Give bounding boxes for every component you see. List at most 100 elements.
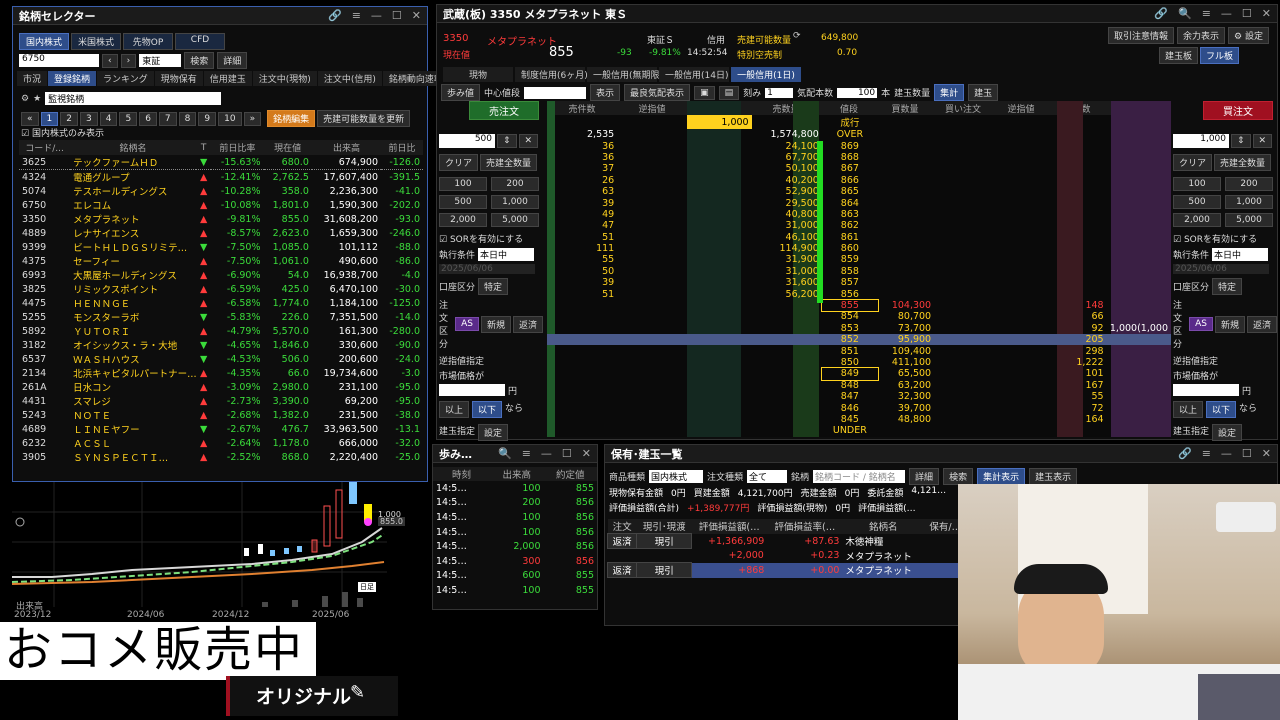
table-row[interactable]: 6232 ＡＣＳＬ ▲ -2.64% 1,178.0 666,000 -32.0 [19, 436, 423, 451]
selector-subtab[interactable]: 注文中(現物) [252, 71, 317, 86]
page-button[interactable]: 5 [119, 111, 138, 126]
credit-type-tab[interactable]: 一般信用(14日) [659, 67, 729, 82]
quick-qty-button[interactable]: 1,000 [491, 195, 539, 209]
table-row[interactable]: UNDER [547, 425, 1171, 436]
selector-subtab[interactable]: ランキング [97, 71, 154, 86]
sor-checkbox[interactable]: ☑ SORを有効にする [439, 232, 543, 245]
book-column-header[interactable]: 買数量 [877, 102, 933, 115]
position-view-button[interactable]: 建玉表示 [1029, 468, 1078, 485]
table-row[interactable]: 6750 エレコム ▲ -10.08% 1,801.0 1,590,300 -202.0 [19, 198, 423, 213]
table-row[interactable]: 1,000 成行 [547, 115, 1171, 129]
search-button[interactable]: 検索 [184, 52, 215, 69]
table-row[interactable]: 36 67,700 868 [547, 152, 1171, 163]
table-row[interactable]: 845 48,800 164 [547, 414, 1171, 425]
genbiki-button[interactable] [637, 549, 692, 563]
selector-subtab[interactable]: 登録銘柄 [48, 71, 97, 86]
detail-button[interactable]: 詳細 [217, 52, 248, 69]
show-button[interactable]: 表示 [590, 84, 621, 101]
selector-subtab[interactable]: 現物保有 [154, 71, 203, 86]
table-row[interactable]: 3905 ＳＹＮＳＰＥＣＴＩ… ▲ -2.52% 868.0 2,220,400 -25.0 [19, 450, 423, 465]
table-row[interactable]: 853 73,700 92 1,000(1,000 [547, 323, 1171, 334]
table-row[interactable]: 5255 モンスターラボ ▼ -5.83% 226.0 7,351,500 -14.0 [19, 310, 423, 325]
book-column-header[interactable]: 逆指値 [993, 102, 1049, 115]
ayumi-column-header[interactable]: 出来高 [490, 467, 544, 481]
tick-select[interactable]: 1 [765, 87, 794, 98]
minimize-icon[interactable]: — [371, 9, 382, 22]
prev-button[interactable]: ‹ [102, 53, 118, 68]
menu-icon[interactable]: ≡ [1202, 7, 1211, 20]
book-column-header[interactable]: 値段 [821, 102, 877, 115]
close-icon[interactable]: ✕ [412, 9, 421, 22]
table-row[interactable]: 847 32,300 55 [547, 391, 1171, 402]
table-row[interactable]: 4375 セーフィー ▲ -7.50% 1,061.0 490,600 -86.0 [19, 254, 423, 269]
tab-cfd[interactable]: CFD [175, 33, 225, 50]
price-chart[interactable]: 1,000 855.0 日足 出来高 2023/12 2024/06 2024/12… [11, 482, 430, 622]
maximize-icon[interactable]: ☐ [562, 447, 572, 460]
trade-notice-button[interactable]: 取引注意情報 [1108, 27, 1175, 44]
close-icon[interactable]: ✕ [582, 447, 591, 460]
sell_panel-title[interactable]: 売注文 [469, 101, 539, 120]
table-row[interactable]: 50 31,000 858 [547, 266, 1171, 277]
book-column-header[interactable]: 逆指値 [617, 102, 687, 115]
credit-type-tab[interactable]: 制度信用(6ヶ月) [515, 67, 588, 82]
table-row[interactable]: 9399 ビートＨＬＤＧＳリミテ… ▼ -7.50% 1,085.0 101,112 -88… [19, 240, 423, 255]
list-select[interactable]: 監視銘柄 [45, 92, 222, 105]
table-row[interactable]: 返済 現引 +868 +0.00 メタプラネット [606, 562, 967, 578]
exec-select[interactable]: 本日中 [1212, 248, 1269, 261]
minimize-icon[interactable]: — [1221, 447, 1232, 460]
quick-qty-button[interactable]: 2,000 [439, 213, 487, 227]
qty-reset[interactable]: ✕ [1252, 134, 1273, 148]
close-icon[interactable]: ✕ [1262, 7, 1271, 20]
qty-stepper[interactable]: ⇕ [1231, 134, 1251, 148]
close-button[interactable]: 返済 [1246, 315, 1277, 333]
menu-icon[interactable]: ≡ [522, 447, 531, 460]
order-type-select[interactable]: 全て [747, 470, 788, 483]
table-row[interactable]: 3825 リミックスポイント ▲ -6.59% 425.0 6,470,100 -30.0 [19, 282, 423, 297]
crosshair-icon[interactable] [15, 517, 25, 527]
table-row[interactable]: 5243 ＮＯＴＥ ▲ -2.68% 1,382.0 231,500 -38.0 [19, 408, 423, 423]
genbiki-button[interactable]: 現引 [636, 533, 693, 549]
close-button[interactable]: 返済 [512, 315, 543, 333]
trigger-price-input[interactable] [1173, 384, 1239, 396]
selector-column-header[interactable]: コード/... [19, 140, 71, 155]
trigger-price-input[interactable] [439, 384, 505, 396]
table-row[interactable]: 63 52,900 865 [547, 186, 1171, 197]
table-row[interactable]: 51 46,100 861 [547, 232, 1171, 243]
ayumi-button[interactable]: 歩み値 [441, 84, 481, 101]
position-set-button[interactable]: 設定 [1212, 424, 1243, 441]
edit-list-button[interactable]: 銘柄編集 [267, 110, 316, 127]
minimize-icon[interactable]: — [541, 447, 552, 460]
code-input[interactable]: 銘柄コード / 銘柄名 [813, 470, 906, 483]
sor-checkbox[interactable]: ☑ SORを有効にする [1173, 232, 1277, 245]
table-row[interactable]: 851 109,400 298 [547, 345, 1171, 357]
quick-qty-button[interactable]: 500 [439, 195, 487, 209]
sell_panel-qty-input[interactable]: 500 [439, 134, 495, 148]
credit-type-tab[interactable]: 現物 [443, 67, 513, 82]
selector-column-header[interactable]: 銘柄名 [70, 140, 196, 155]
table-row[interactable]: 3625 テックファームＨＤ ▼ -15.63% 680.0 674,900 -126.0 [19, 155, 423, 170]
selector-column-header[interactable]: T [196, 140, 212, 155]
table-row[interactable]: 5892 ＹＵＴＯＲＩ ▲ -4.79% 5,570.0 161,300 -280.0 [19, 324, 423, 339]
selector-column-header[interactable]: 現在値 [263, 140, 312, 155]
repay-button[interactable] [608, 549, 637, 563]
quick-qty-button[interactable]: 5,000 [1225, 213, 1273, 227]
genbiki-button[interactable]: 現引 [636, 562, 693, 578]
table-row[interactable]: 49 40,800 863 [547, 209, 1171, 220]
table-row[interactable]: 855 104,300 148 [547, 298, 1171, 313]
book-column-header[interactable]: 買い注文 [933, 102, 993, 115]
layout-icon-2[interactable]: ▤ [718, 85, 740, 100]
tab-futures[interactable]: 先物OP [123, 33, 173, 50]
page-button[interactable]: 7 [158, 111, 177, 126]
repay-button[interactable]: 返済 [606, 533, 638, 549]
page-button[interactable]: 1 [40, 111, 59, 126]
quick-qty-button[interactable]: 200 [1225, 177, 1273, 191]
holdings-titlebar[interactable]: 保有･建玉一覧 🔗 ≡ — ☐ ✕ [605, 445, 1277, 463]
table-row[interactable]: 6993 大黒屋ホールディングス ▲ -6.90% 54.0 16,938,700 -4.0 [19, 268, 423, 283]
table-row[interactable]: 3182 オイシックス・ラ・大地 ▼ -4.65% 1,846.0 330,600 -90.… [19, 338, 423, 353]
margin-button[interactable]: 余力表示 [1177, 27, 1226, 44]
tate-board-button[interactable]: 建玉板 [1158, 47, 1198, 64]
all-qty-button[interactable]: 売建全数量 [480, 154, 538, 171]
buy_panel-title[interactable]: 買注文 [1203, 101, 1273, 120]
full-board-button[interactable]: フル板 [1199, 47, 1239, 64]
new-button[interactable]: 新規 [480, 315, 511, 333]
